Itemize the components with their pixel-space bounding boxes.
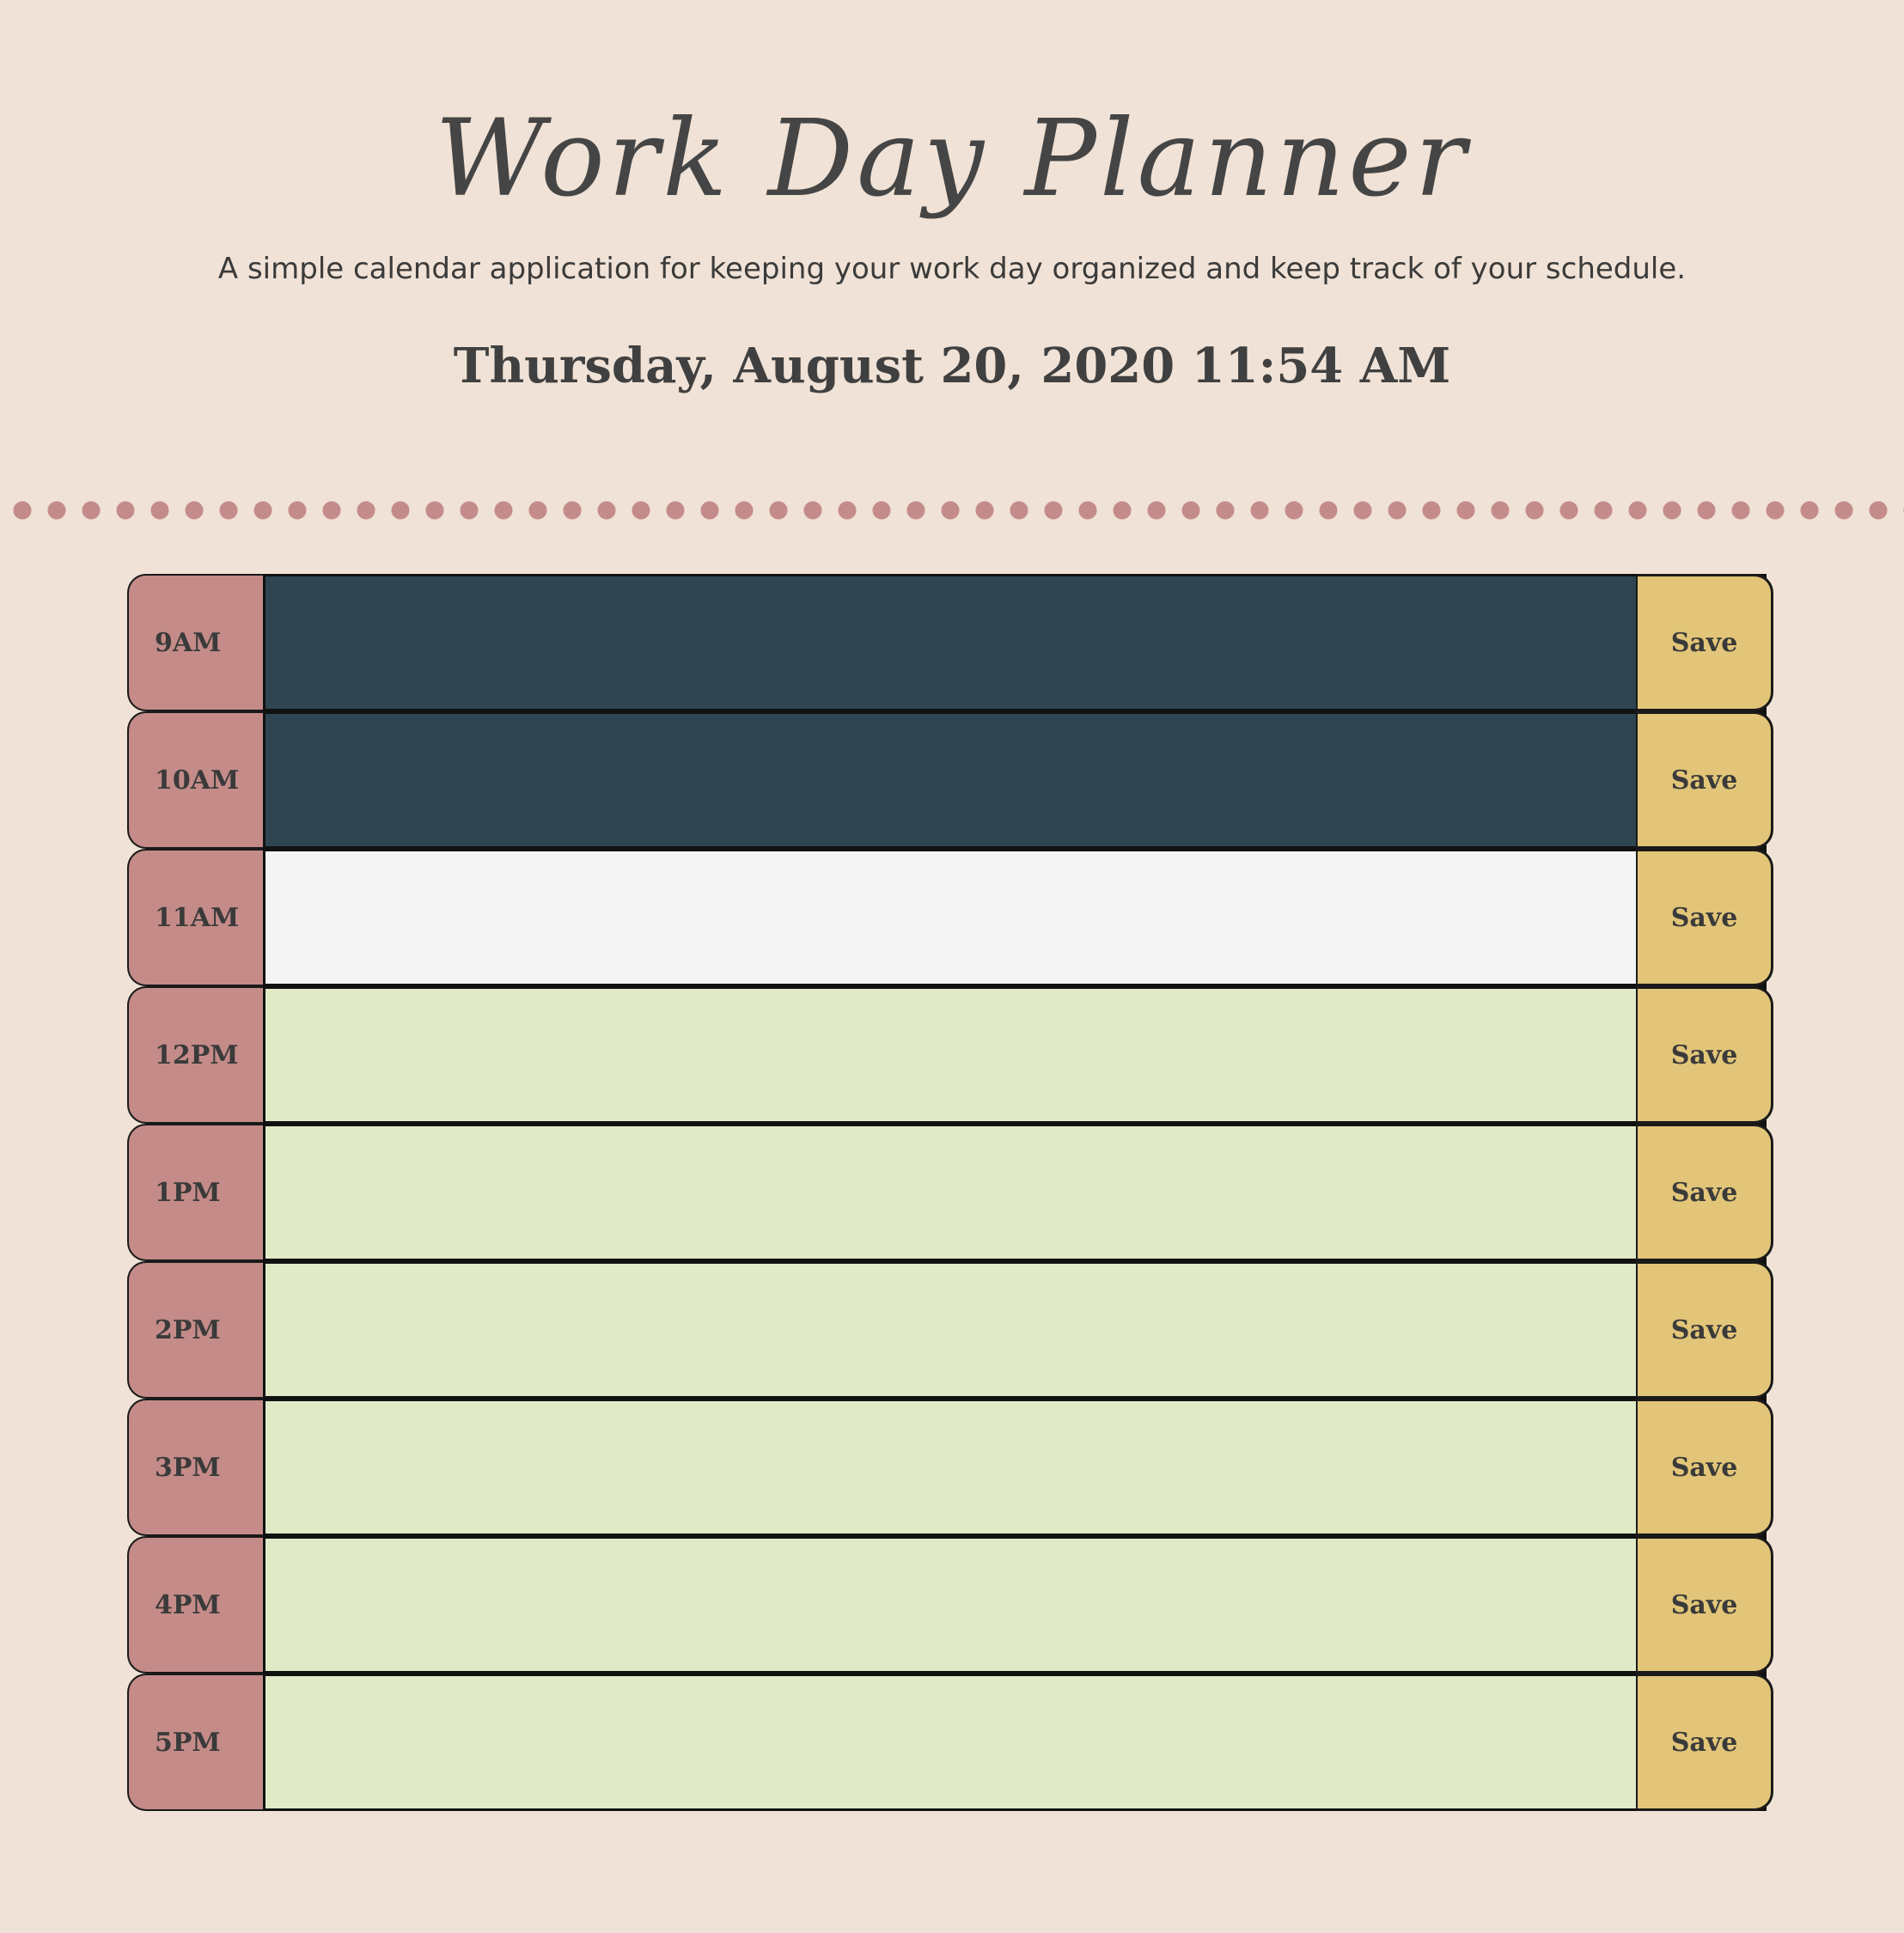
save-button[interactable]: Save bbox=[1636, 711, 1773, 849]
save-button[interactable]: Save bbox=[1636, 1536, 1773, 1674]
time-block-row: 4PM Save bbox=[127, 1536, 1773, 1674]
save-button[interactable]: Save bbox=[1636, 1124, 1773, 1261]
event-description-input[interactable] bbox=[263, 986, 1767, 1124]
time-block-row: 11AM Save bbox=[127, 849, 1773, 986]
page-subtitle: A simple calendar application for keepin… bbox=[217, 252, 1687, 286]
time-block-row: 5PM Save bbox=[127, 1674, 1773, 1811]
save-button[interactable]: Save bbox=[1636, 1261, 1773, 1399]
hour-label: 3PM bbox=[127, 1399, 265, 1536]
save-button[interactable]: Save bbox=[1636, 1674, 1773, 1811]
time-block-row: 10AM Save bbox=[127, 711, 1773, 849]
event-description-input[interactable] bbox=[263, 574, 1767, 711]
hour-label: 1PM bbox=[127, 1124, 265, 1261]
save-button[interactable]: Save bbox=[1636, 849, 1773, 986]
page-title: Work Day Planner bbox=[435, 97, 1469, 221]
save-button[interactable]: Save bbox=[1636, 986, 1773, 1124]
hour-label: 4PM bbox=[127, 1536, 265, 1674]
hour-label: 11AM bbox=[127, 849, 265, 986]
hour-label: 9AM bbox=[127, 574, 265, 711]
event-description-input[interactable] bbox=[263, 711, 1767, 849]
event-description-input[interactable] bbox=[263, 1399, 1767, 1536]
event-description-input[interactable] bbox=[263, 1261, 1767, 1399]
time-block-row: 2PM Save bbox=[127, 1261, 1773, 1399]
current-datetime: Thursday, August 20, 2020 11:54 AM bbox=[453, 338, 1451, 394]
event-description-input[interactable] bbox=[263, 1124, 1767, 1261]
event-description-input[interactable] bbox=[263, 849, 1767, 986]
time-block-row: 12PM Save bbox=[127, 986, 1773, 1124]
event-description-input[interactable] bbox=[263, 1536, 1767, 1674]
time-block-row: 9AM Save bbox=[127, 574, 1773, 711]
save-button[interactable]: Save bbox=[1636, 1399, 1773, 1536]
hour-label: 10AM bbox=[127, 711, 265, 849]
event-description-input[interactable] bbox=[263, 1674, 1767, 1811]
hour-label: 5PM bbox=[127, 1674, 265, 1811]
time-block-row: 3PM Save bbox=[127, 1399, 1773, 1536]
hour-label: 12PM bbox=[127, 986, 265, 1124]
time-block-row: 1PM Save bbox=[127, 1124, 1773, 1261]
planner-container: 9AM Save 10AM Save 11AM Save 12PM Save 1… bbox=[127, 574, 1773, 1811]
dotted-divider bbox=[0, 500, 1904, 521]
hour-label: 2PM bbox=[127, 1261, 265, 1399]
save-button[interactable]: Save bbox=[1636, 574, 1773, 711]
